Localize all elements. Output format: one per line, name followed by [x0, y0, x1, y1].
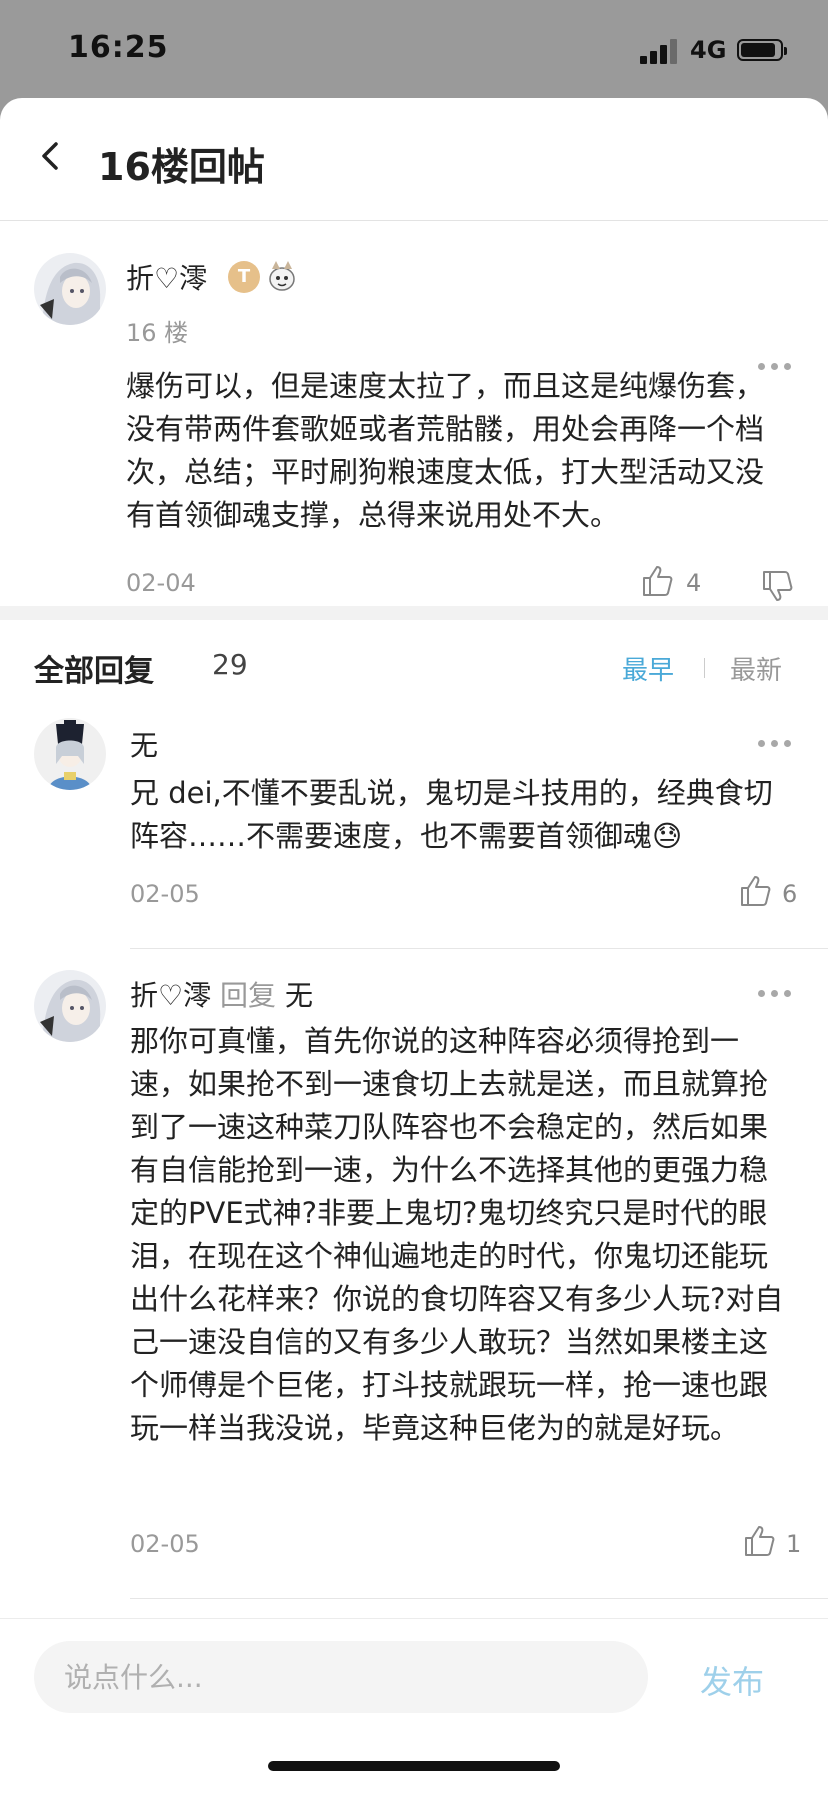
like-icon[interactable] — [738, 874, 772, 908]
reply-like-count: 1 — [786, 1530, 802, 1558]
reply-author[interactable]: 无 — [130, 724, 158, 764]
post-date: 02-04 — [126, 569, 196, 597]
reply-divider — [130, 1598, 828, 1599]
reply-date: 02-05 — [130, 880, 200, 908]
back-icon[interactable] — [30, 134, 74, 178]
replies-count: 29 — [212, 648, 248, 681]
avatar[interactable] — [34, 970, 106, 1042]
publish-button[interactable]: 发布 — [700, 1657, 764, 1703]
main-post: 折♡澪 T 16 楼 爆伤可以，但是速度太拉了，而且这是纯爆伤套，没有带两件套歌… — [0, 221, 828, 607]
network-label: 4G — [690, 36, 727, 64]
level-badge: T — [228, 261, 260, 293]
comment-input[interactable] — [34, 1641, 648, 1713]
page-title: 16楼回帖 — [98, 145, 265, 189]
post-author[interactable]: 折♡澪 — [126, 257, 207, 297]
nav-bar: 16楼回帖 — [0, 98, 828, 221]
reply-like-count: 6 — [782, 880, 798, 908]
comment-bar: 发布 — [0, 1618, 828, 1793]
reply-author-line: 折♡澪 回复 无 — [130, 974, 313, 1014]
reply-date: 02-05 — [130, 1530, 200, 1558]
home-indicator[interactable] — [268, 1761, 560, 1771]
reply-author[interactable]: 折♡澪 — [130, 979, 211, 1012]
reply-content: 那你可真懂，首先你说的这种阵容必须得抢到一速，如果抢不到一速食切上去就是送，而且… — [130, 1024, 784, 1445]
post-like-count: 4 — [686, 569, 702, 597]
replies-header: 全部回复 29 最早 最新 — [34, 646, 794, 696]
avatar[interactable] — [34, 253, 106, 325]
avatar[interactable] — [34, 718, 106, 790]
like-icon[interactable] — [640, 564, 674, 598]
reply-word: 回复 — [220, 979, 277, 1012]
floor-label: 16 楼 — [126, 319, 189, 347]
reply-target[interactable]: 无 — [285, 979, 313, 1012]
post-content: 爆伤可以，但是速度太拉了，而且这是纯爆伤套，没有带两件套歌姬或者荒骷髅，用处会再… — [126, 369, 765, 532]
reply-divider — [130, 948, 828, 949]
reply-content: 兄 dei,不懂不要乱说，鬼切是斗技用的，经典食切阵容……不需要速度，也不需要首… — [130, 776, 773, 853]
like-icon[interactable] — [742, 1524, 776, 1558]
dislike-icon[interactable] — [760, 569, 794, 603]
status-bar: 16:25 4G — [0, 0, 828, 100]
more-icon[interactable] — [758, 988, 792, 998]
sort-divider — [704, 658, 705, 678]
signal-icon — [640, 38, 680, 64]
pet-badge-icon — [269, 261, 295, 291]
battery-icon — [737, 39, 787, 61]
replies-title: 全部回复 — [34, 654, 154, 689]
sort-earliest-tab[interactable]: 最早 — [622, 650, 674, 687]
section-divider — [0, 606, 828, 620]
status-time: 16:25 — [68, 30, 169, 65]
reply-sheet: 16楼回帖 折♡澪 T 16 楼 爆伤可以，但是速度太拉了，而且这是纯爆伤套，没… — [0, 98, 828, 1792]
sort-newest-tab[interactable]: 最新 — [730, 650, 782, 687]
more-icon[interactable] — [758, 738, 792, 748]
